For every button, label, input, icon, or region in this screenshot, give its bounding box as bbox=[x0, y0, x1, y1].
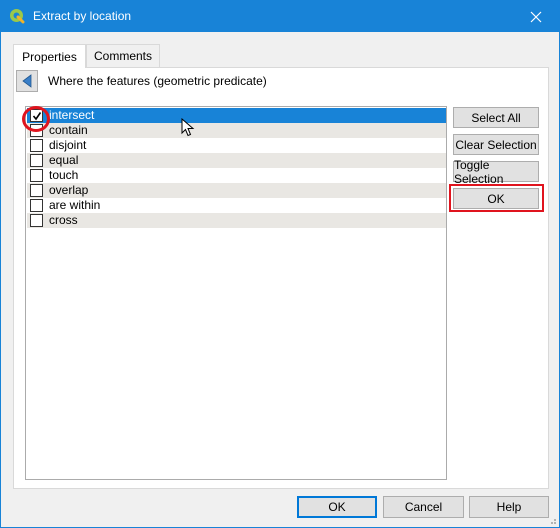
tab-comments[interactable]: Comments bbox=[86, 44, 160, 67]
checkbox[interactable] bbox=[30, 139, 43, 152]
list-item-label: touch bbox=[49, 168, 79, 182]
predicate-list[interactable]: intersect contain disjoint equal touch o… bbox=[25, 106, 447, 480]
mouse-cursor-icon bbox=[181, 118, 195, 137]
properties-panel: Where the features (geometric predicate)… bbox=[13, 67, 549, 489]
checkbox-highlight-circle bbox=[22, 106, 50, 132]
title-bar: Extract by location bbox=[1, 1, 559, 32]
ok-highlight-box bbox=[449, 184, 544, 212]
back-arrow-icon bbox=[22, 74, 32, 88]
checkbox[interactable] bbox=[30, 199, 43, 212]
extract-by-location-dialog: Extract by location Properties Comments … bbox=[0, 0, 560, 528]
list-item[interactable]: overlap bbox=[27, 183, 446, 198]
list-item[interactable]: are within bbox=[27, 198, 446, 213]
list-item-label: are within bbox=[49, 198, 101, 212]
clear-selection-button[interactable]: Clear Selection bbox=[453, 134, 539, 155]
back-button[interactable] bbox=[16, 70, 38, 92]
list-item-label: contain bbox=[49, 123, 88, 137]
checkbox[interactable] bbox=[30, 184, 43, 197]
close-icon bbox=[530, 11, 542, 22]
list-item[interactable]: touch bbox=[27, 168, 446, 183]
window-title: Extract by location bbox=[33, 9, 132, 23]
list-item[interactable]: equal bbox=[27, 153, 446, 168]
list-item-label: intersect bbox=[49, 108, 95, 122]
panel-header: Where the features (geometric predicate) bbox=[48, 74, 267, 88]
close-button[interactable] bbox=[513, 1, 559, 32]
list-item[interactable]: disjoint bbox=[27, 138, 446, 153]
list-item-label: cross bbox=[49, 213, 78, 227]
select-all-button[interactable]: Select All bbox=[453, 107, 539, 128]
checkbox[interactable] bbox=[30, 214, 43, 227]
qgis-icon bbox=[10, 9, 25, 24]
dialog-ok-button[interactable]: OK bbox=[297, 496, 377, 518]
list-item[interactable]: intersect bbox=[27, 108, 446, 123]
list-item-label: overlap bbox=[49, 183, 89, 197]
list-item-label: equal bbox=[49, 153, 79, 167]
tab-properties[interactable]: Properties bbox=[13, 44, 86, 68]
resize-grip-icon[interactable] bbox=[547, 515, 557, 525]
list-item-label: disjoint bbox=[49, 138, 87, 152]
dialog-cancel-button[interactable]: Cancel bbox=[383, 496, 464, 518]
list-item[interactable]: cross bbox=[27, 213, 446, 228]
checkbox[interactable] bbox=[30, 154, 43, 167]
dialog-help-button[interactable]: Help bbox=[469, 496, 549, 518]
toggle-selection-button[interactable]: Toggle Selection bbox=[453, 158, 539, 186]
list-item[interactable]: contain bbox=[27, 123, 446, 138]
checkbox[interactable] bbox=[30, 169, 43, 182]
